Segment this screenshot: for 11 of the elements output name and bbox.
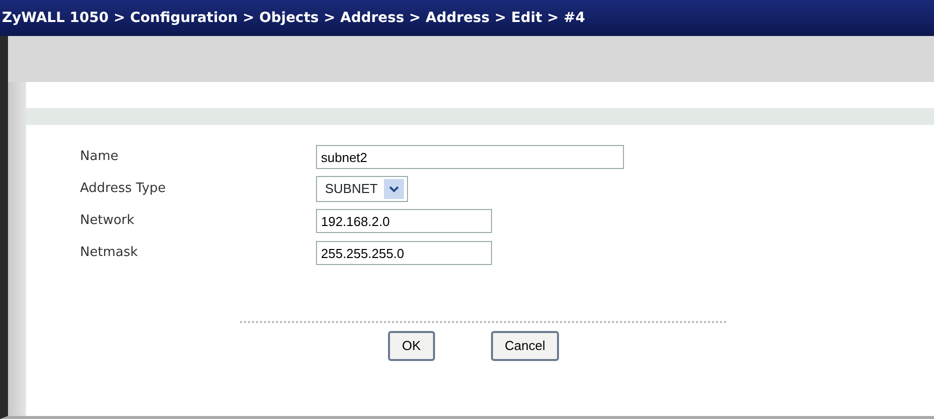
input-field[interactable]: 192.168.2.0 bbox=[316, 209, 492, 233]
field-label: Address Type bbox=[79, 180, 167, 198]
cancel-button[interactable]: Cancel bbox=[490, 331, 560, 360]
window-title: ZyWALL 1050 > Configuration > Objects > Address > Address > Edit > #4 bbox=[0, 0, 934, 36]
ok-button[interactable]: OK bbox=[388, 331, 435, 360]
field-label: Name bbox=[79, 148, 120, 166]
input-field[interactable]: 255.255.255.0 bbox=[316, 241, 492, 265]
input-field[interactable]: subnet2 bbox=[316, 145, 624, 169]
address-type-dropdown[interactable]: SUBNET bbox=[316, 176, 408, 202]
field-label: Netmask bbox=[79, 244, 139, 262]
field-label: Network bbox=[79, 212, 136, 230]
